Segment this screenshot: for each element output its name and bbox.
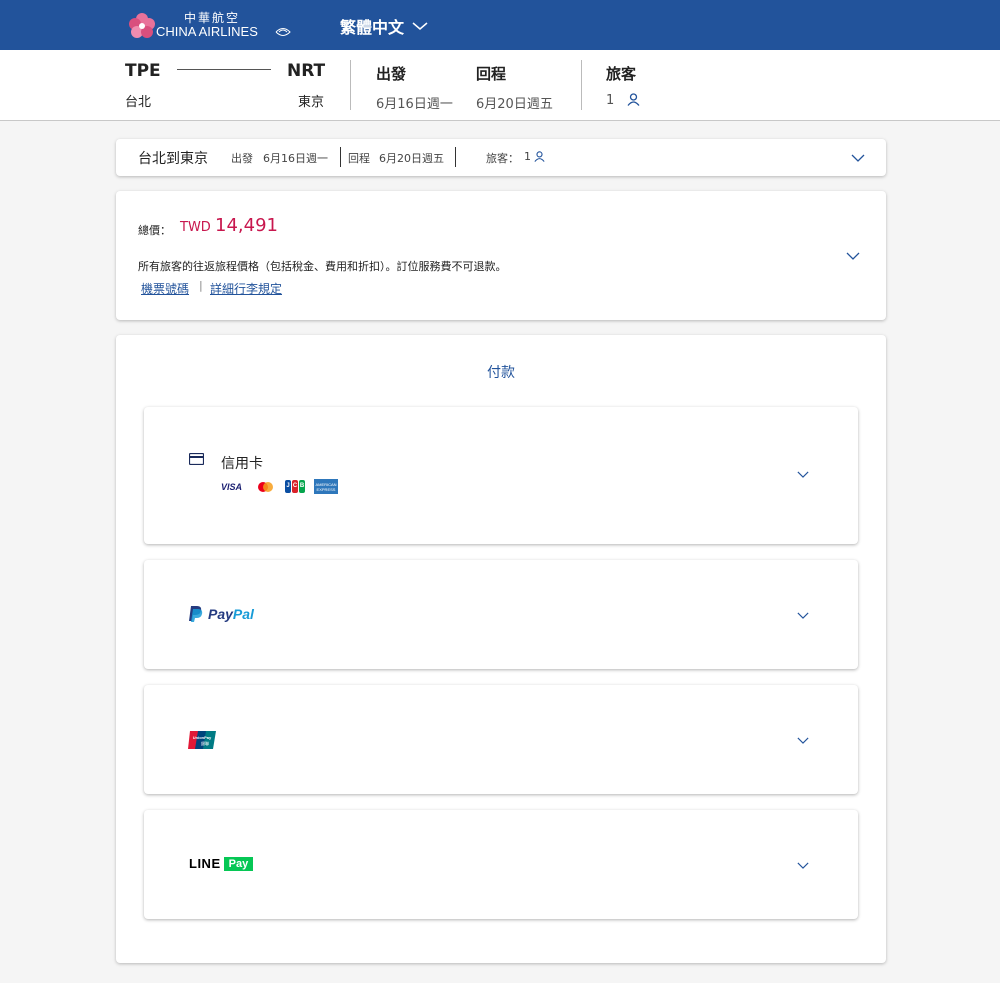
- chevron-down-icon[interactable]: [797, 862, 809, 869]
- price-description: 所有旅客的往返旅程價格（包括稅金、費用和折扣）。訂位服務費不可退款。: [138, 260, 507, 273]
- divider: [455, 147, 456, 167]
- price-currency: TWD: [180, 220, 211, 235]
- divider: [350, 60, 351, 110]
- flight-summary: TPE 台北 NRT 東京 出發 6月16日週一 回程 6月20日週五 旅客 1: [0, 50, 1000, 121]
- route-line: [177, 69, 271, 70]
- origin-city: 台北: [125, 95, 152, 110]
- line-pay-logo: LINE Pay: [189, 856, 254, 871]
- person-icon: [627, 93, 640, 106]
- total-price-label: 總價：: [138, 224, 171, 237]
- chevron-down-icon[interactable]: [797, 737, 809, 744]
- logo-english-text: CHINA AIRLINES: [156, 24, 258, 39]
- paypal-icon: [189, 606, 203, 622]
- price-summary-card: 總價： TWD 14,491 所有旅客的往返旅程價格（包括稅金、費用和折扣）。訂…: [116, 191, 886, 320]
- payment-method-unionpay[interactable]: UnionPay 銀聯: [144, 685, 858, 794]
- visa-icon: VISA: [221, 481, 243, 492]
- payment-title: 付款: [487, 365, 515, 381]
- jcb-icon: JCB: [285, 480, 305, 493]
- payment-method-paypal[interactable]: PayPal: [144, 560, 858, 669]
- trip-return-date: 6月20日週五: [379, 152, 444, 165]
- credit-card-icon: [189, 453, 204, 465]
- destination-city: 東京: [298, 95, 325, 110]
- chevron-down-icon[interactable]: [851, 154, 865, 162]
- baggage-rules-link[interactable]: 詳細行李規定: [210, 280, 282, 297]
- link-separator: |: [199, 279, 203, 292]
- mastercard-icon: [254, 480, 276, 494]
- trip-passenger-count: 1: [524, 150, 531, 163]
- passenger-label: 旅客: [606, 65, 637, 83]
- origin-code: TPE: [125, 61, 161, 81]
- line-text: LINE: [189, 856, 221, 871]
- depart-date: 6月16日週一: [376, 97, 453, 112]
- credit-card-label: 信用卡: [221, 456, 263, 472]
- destination-code: NRT: [287, 61, 326, 81]
- payment-method-credit-card[interactable]: 信用卡 VISA JCB AMERICAN EXPRESS: [144, 407, 858, 544]
- card-brands: VISA JCB AMERICAN EXPRESS: [221, 479, 338, 494]
- svg-text:銀聯: 銀聯: [201, 740, 209, 746]
- divider: [340, 147, 341, 167]
- payment-method-line-pay[interactable]: LINE Pay: [144, 810, 858, 919]
- trip-depart-date: 6月16日週一: [263, 152, 328, 165]
- trip-return-label: 回程: [348, 152, 370, 165]
- paypal-logo: PayPal: [188, 605, 254, 623]
- china-airlines-logo[interactable]: 中華航空 CHINA AIRLINES: [128, 9, 298, 43]
- chevron-down-icon[interactable]: [846, 252, 860, 260]
- chevron-down-icon[interactable]: [797, 612, 809, 619]
- trip-passenger-label: 旅客：: [486, 152, 519, 165]
- paypal-text-pay: Pay: [208, 606, 233, 622]
- price-amount: 14,491: [215, 215, 278, 236]
- top-navigation-bar: 中華航空 CHINA AIRLINES 繁體中文: [0, 0, 1000, 50]
- language-selector[interactable]: 繁體中文: [340, 14, 428, 38]
- trip-details-bar[interactable]: 台北到東京 出發 6月16日週一 回程 6月20日週五 旅客： 1: [116, 139, 886, 176]
- depart-label: 出發: [376, 65, 407, 83]
- amex-icon: AMERICAN EXPRESS: [314, 479, 338, 494]
- svg-text:UnionPay: UnionPay: [193, 735, 212, 740]
- return-date: 6月20日週五: [476, 97, 553, 112]
- return-label: 回程: [476, 65, 507, 83]
- payment-card: 付款 信用卡 VISA JCB AMERICANEXPRESS PayPal: [116, 335, 886, 963]
- logo-swirl-icon: [275, 28, 291, 36]
- paypal-text-pal: Pal: [232, 606, 254, 622]
- divider: [581, 60, 582, 110]
- chevron-down-icon: [412, 22, 428, 30]
- language-label: 繁體中文: [340, 18, 405, 37]
- trip-route: 台北到東京: [138, 151, 208, 167]
- person-icon: [534, 151, 545, 162]
- passenger-count: 1: [606, 93, 615, 108]
- unionpay-icon: UnionPay 銀聯: [188, 731, 216, 749]
- pay-text: Pay: [223, 856, 254, 871]
- chevron-down-icon[interactable]: [797, 471, 809, 478]
- trip-depart-label: 出發: [231, 152, 253, 165]
- plum-blossom-icon: [129, 13, 155, 38]
- ticket-number-link[interactable]: 機票號碼: [141, 280, 189, 297]
- passenger-count-group: 1: [606, 93, 640, 108]
